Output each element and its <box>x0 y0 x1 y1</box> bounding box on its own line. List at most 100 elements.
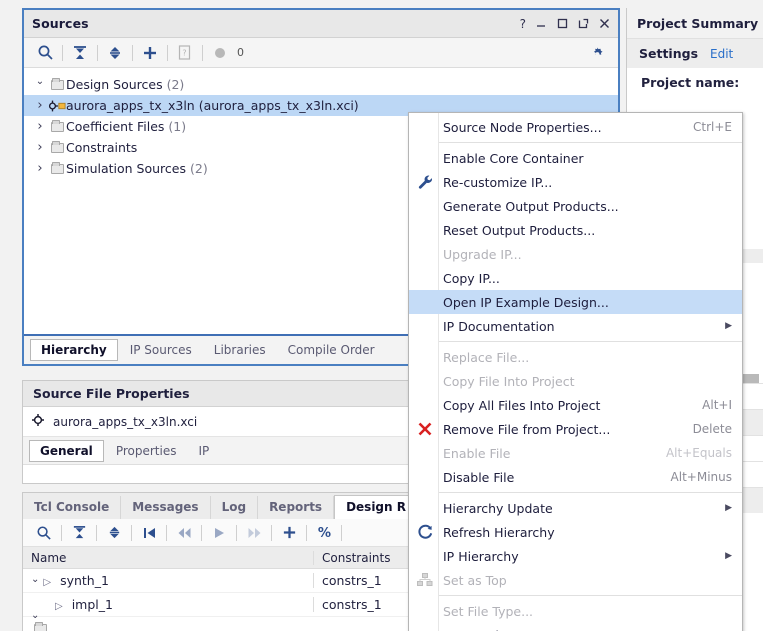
menu-item-ip-documentation[interactable]: IP Documentation ▶ <box>409 314 742 338</box>
chevron-down-icon[interactable] <box>31 574 39 585</box>
source-file-name: aurora_apps_tx_x3ln.xci <box>53 414 198 429</box>
menu-item-copy-ip[interactable]: Copy IP... <box>409 266 742 290</box>
tab-log[interactable]: Log <box>211 496 259 519</box>
expand-all-icon[interactable] <box>102 41 128 65</box>
menu-item-copy-all-files-into-project[interactable]: Copy All Files Into Project Alt+I <box>409 393 742 417</box>
menu-item-refresh-hierarchy[interactable]: Refresh Hierarchy <box>409 520 742 544</box>
menu-item-hierarchy-update[interactable]: Hierarchy Update ▶ <box>409 496 742 520</box>
menu-item-re-customize-ip[interactable]: Re-customize IP... <box>409 170 742 194</box>
menu-item-label: Refresh Hierarchy <box>443 524 555 540</box>
skip-first-icon[interactable] <box>136 521 162 545</box>
chevron-down-icon[interactable] <box>31 610 39 621</box>
menu-item-label: Re-customize IP... <box>443 174 553 190</box>
menu-item-label: Open IP Example Design... <box>443 294 609 310</box>
tab-ip-sources[interactable]: IP Sources <box>120 340 202 360</box>
svg-text:%: % <box>317 526 330 540</box>
submenu-arrow-icon: ▶ <box>725 551 732 561</box>
menu-item-set-as-top: Set as Top <box>409 568 742 592</box>
menu-item-enable-core-container[interactable]: Enable Core Container <box>409 146 742 170</box>
expand-all-icon[interactable] <box>101 521 127 545</box>
tab-general[interactable]: General <box>29 439 104 462</box>
tab-compile-order[interactable]: Compile Order <box>278 340 385 360</box>
menu-item-set-used-in[interactable]: Set Used In... <box>409 623 742 631</box>
menu-item-remove-file-from-project[interactable]: Remove File from Project... Delete <box>409 417 742 441</box>
percent-icon[interactable]: % <box>311 521 337 545</box>
menu-item-label: Copy IP... <box>443 270 500 286</box>
menu-item-label: Set Used In... <box>443 628 526 631</box>
menu-separator <box>439 142 742 143</box>
folder-icon <box>48 161 66 174</box>
plus-icon[interactable] <box>137 41 163 65</box>
menu-item-disable-file[interactable]: Disable File Alt+Minus <box>409 465 742 489</box>
help-icon[interactable]: ? <box>520 18 526 30</box>
plus-icon[interactable] <box>276 521 302 545</box>
set-as-top-icon <box>414 573 436 587</box>
menu-item-label: Generate Output Products... <box>443 198 619 214</box>
menu-separator <box>439 341 742 342</box>
chevron-down-icon[interactable] <box>32 79 48 90</box>
search-icon[interactable] <box>31 521 57 545</box>
menu-item-source-node-properties[interactable]: Source Node Properties... Ctrl+E <box>409 115 742 139</box>
tree-item-count: (2) <box>166 77 185 92</box>
menu-item-reset-output-products[interactable]: Reset Output Products... <box>409 218 742 242</box>
menu-item-accelerator: Ctrl+E <box>693 120 732 134</box>
tab-hierarchy[interactable]: Hierarchy <box>30 339 118 361</box>
tab-design-runs[interactable]: Design R <box>334 495 418 519</box>
vivado-ide-window: Project Summary Settings Edit Project na… <box>0 0 763 631</box>
play-icon[interactable] <box>206 521 232 545</box>
minimize-icon[interactable] <box>536 18 547 29</box>
toolbar-separator <box>166 524 167 541</box>
context-menu[interactable]: Source Node Properties... Ctrl+E Enable … <box>408 112 743 631</box>
collapse-all-icon[interactable] <box>66 521 92 545</box>
menu-item-generate-output-products[interactable]: Generate Output Products... <box>409 194 742 218</box>
menu-item-enable-file: Enable File Alt+Equals <box>409 441 742 465</box>
collapse-all-icon[interactable] <box>67 41 93 65</box>
tree-row[interactable]: Design Sources (2) <box>24 74 618 95</box>
toolbar-separator <box>271 524 272 541</box>
close-icon[interactable] <box>599 18 610 29</box>
menu-item-open-ip-example-design[interactable]: Open IP Example Design... <box>409 290 742 314</box>
menu-separator <box>439 595 742 596</box>
menu-item-replace-file: Replace File... <box>409 345 742 369</box>
menu-item-set-file-type: Set File Type... <box>409 599 742 623</box>
tab-ip[interactable]: IP <box>188 441 219 461</box>
chevron-right-icon[interactable] <box>32 98 48 113</box>
chevron-right-icon[interactable] <box>32 140 48 155</box>
folder-icon <box>31 621 49 631</box>
folder-icon <box>48 140 66 153</box>
run-name-cell: ▷ synth_1 <box>23 573 313 588</box>
chevron-right-icon[interactable] <box>32 119 48 134</box>
menu-item-accelerator: Alt+I <box>702 398 732 412</box>
tree-item-count: (1) <box>168 119 187 134</box>
tab-libraries[interactable]: Libraries <box>204 340 276 360</box>
tree-item-count: (2) <box>190 161 208 176</box>
maximize-icon[interactable] <box>557 18 568 29</box>
menu-separator <box>439 492 742 493</box>
tree-item-label: Constraints <box>66 140 138 155</box>
message-count: 0 <box>237 46 244 59</box>
toolbar-separator <box>131 524 132 541</box>
chevron-right-icon[interactable] <box>32 161 48 176</box>
menu-item-label: Upgrade IP... <box>443 246 522 262</box>
rewind-icon[interactable] <box>171 521 197 545</box>
ip-core-icon <box>48 99 66 113</box>
tab-tcl-console[interactable]: Tcl Console <box>23 496 122 519</box>
menu-item-label: Reset Output Products... <box>443 222 596 238</box>
tab-messages[interactable]: Messages <box>121 496 211 519</box>
message-dot-icon <box>207 41 233 65</box>
tab-properties[interactable]: Properties <box>106 441 187 461</box>
gear-icon[interactable] <box>584 41 610 65</box>
search-icon[interactable] <box>32 41 58 65</box>
red-x-icon <box>414 421 436 437</box>
settings-edit-link[interactable]: Edit <box>710 47 733 61</box>
float-icon[interactable] <box>578 18 589 29</box>
tree-item-label: aurora_apps_tx_x3ln (aurora_apps_tx_x3ln… <box>66 98 359 113</box>
tree-item-label: Simulation Sources <box>66 161 187 176</box>
menu-item-ip-hierarchy[interactable]: IP Hierarchy ▶ <box>409 544 742 568</box>
menu-item-copy-file-into-project: Copy File Into Project <box>409 369 742 393</box>
tab-reports[interactable]: Reports <box>258 496 335 519</box>
fast-forward-icon[interactable] <box>241 521 267 545</box>
folder-icon <box>48 119 66 132</box>
run-name-cell: Out-of-Context Module Runs <box>23 609 313 631</box>
svg-text:?: ? <box>182 49 186 58</box>
